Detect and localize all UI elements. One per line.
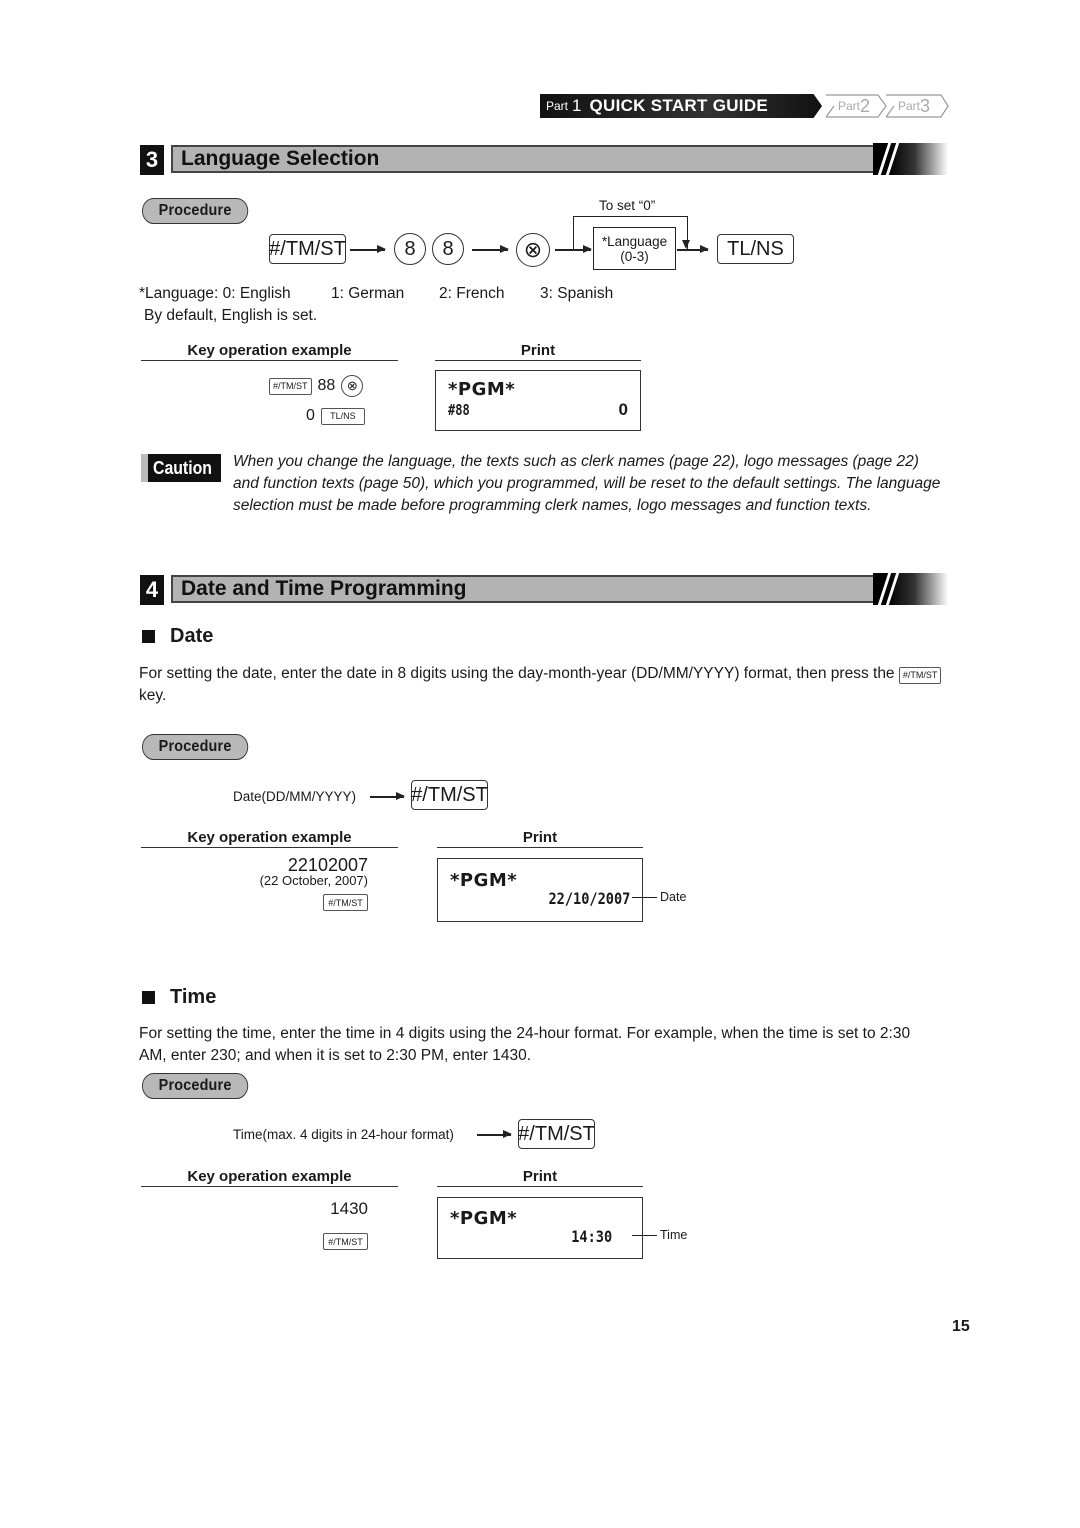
caution-badge: Caution — [141, 454, 221, 482]
date-subtitle: Date — [170, 625, 214, 647]
part2-tab[interactable]: Part 2 — [826, 94, 888, 118]
print-date-value: 22/10/2007 — [548, 889, 630, 908]
part1-tab[interactable]: Part 1 QUICK START GUIDE — [540, 94, 822, 118]
part2-number: 2 — [860, 95, 871, 116]
tm-st-key-small: #/TM/ST — [898, 666, 942, 684]
part2-prefix: Part — [838, 99, 861, 113]
date-description: For setting the date, enter the date in … — [139, 663, 949, 707]
tm-st-key-small: #/TM/ST — [269, 377, 312, 395]
date-description-end: key. — [139, 687, 167, 704]
caution-text: When you change the language, the texts … — [233, 453, 941, 514]
key-operation-header: Key operation example — [141, 829, 398, 848]
print-pgm: *PGM* — [450, 1208, 518, 1229]
key-op-digits: 88 — [317, 377, 336, 394]
digit-8-key[interactable]: 8 — [432, 233, 464, 265]
time-flow-label: Time(max. 4 digits in 24-hour format) — [233, 1127, 454, 1142]
print-receipt: *PGM* 22/10/2007 — [437, 858, 643, 922]
page-number: 15 — [952, 1318, 970, 1335]
part1-number: 1 — [572, 96, 582, 115]
caution-label: Caution — [153, 457, 212, 478]
multiply-key-small: ⊗ — [341, 375, 364, 397]
caution-stripe — [141, 454, 148, 482]
section-title: Language Selection — [181, 147, 380, 170]
down-arrow-icon — [682, 240, 690, 249]
tm-st-key-small: #/TM/ST — [323, 894, 368, 911]
part3-number: 3 — [920, 95, 931, 116]
bullet-square-icon — [142, 991, 155, 1004]
print-pgm: *PGM* — [450, 870, 518, 891]
date-callout-label: Date — [660, 890, 687, 904]
print-header: Print — [437, 829, 643, 848]
key-operation-header: Key operation example — [141, 342, 398, 361]
time-description: For setting the time, enter the time in … — [139, 1025, 911, 1064]
tm-st-key[interactable]: #/TM/ST — [269, 234, 346, 264]
bullet-square-icon — [142, 630, 155, 643]
language-option-0: *Language: 0: English — [139, 285, 291, 302]
key-op-line-2: 0 TL/NS — [306, 407, 365, 425]
part3-tab[interactable]: Part 3 — [886, 94, 949, 118]
print-receipt: *PGM* #88 0 — [435, 370, 641, 431]
to-set-zero-label: To set “0” — [599, 198, 656, 213]
key-op-line-1: #/TM/ST 88 ⊗ — [269, 375, 364, 397]
section-number: 4 — [140, 575, 164, 605]
procedure-label: Procedure — [142, 198, 249, 224]
print-header: Print — [437, 1168, 643, 1187]
language-option-2: 2: French — [439, 285, 505, 302]
print-value: 0 — [618, 400, 628, 419]
time-example-value: 1430 — [330, 1199, 368, 1218]
procedure-label: Procedure — [142, 1073, 249, 1099]
time-subtitle: Time — [170, 986, 217, 1008]
print-receipt: *PGM* 14:30 — [437, 1197, 643, 1259]
date-description-text: For setting the date, enter the date in … — [139, 665, 895, 682]
part3-prefix: Part — [898, 99, 921, 113]
time-callout-label: Time — [660, 1228, 688, 1242]
print-time-value: 14:30 — [571, 1227, 612, 1246]
language-box-range: (0-3) — [620, 248, 649, 264]
procedure-label: Procedure — [142, 734, 249, 760]
tl-ns-key[interactable]: TL/NS — [717, 234, 794, 264]
section-number: 3 — [140, 145, 164, 175]
flow-arrow — [477, 1131, 512, 1137]
flow-arrow — [677, 246, 709, 252]
key-op-digit: 0 — [306, 407, 315, 424]
flow-arrow — [370, 793, 405, 799]
default-note: By default, English is set. — [144, 307, 318, 324]
key-operation-header: Key operation example — [141, 1168, 398, 1187]
digit-8-key[interactable]: 8 — [394, 233, 426, 265]
part1-title: QUICK START GUIDE — [589, 96, 769, 115]
flow-arrow — [472, 246, 509, 252]
tm-st-key[interactable]: #/TM/ST — [518, 1119, 595, 1149]
print-pgm: *PGM* — [448, 379, 516, 400]
date-flow-label: Date(DD/MM/YYYY) — [233, 789, 357, 804]
language-option-1: 1: German — [331, 285, 405, 302]
print-code: #88 — [448, 401, 470, 419]
tm-st-key-small: #/TM/ST — [323, 1233, 368, 1250]
language-box-label: *Language — [601, 233, 668, 249]
flow-arrow — [350, 246, 386, 252]
multiply-key[interactable]: ⊗ — [516, 233, 550, 267]
callout-line — [632, 897, 657, 898]
language-input-box[interactable]: *Language (0-3) — [593, 227, 676, 270]
tm-st-key[interactable]: #/TM/ST — [411, 780, 488, 810]
print-header: Print — [435, 342, 641, 361]
language-option-3: 3: Spanish — [540, 285, 614, 302]
callout-line — [632, 1235, 657, 1236]
date-example-note: (22 October, 2007) — [259, 873, 368, 888]
tl-ns-key-small: TL/NS — [320, 407, 365, 425]
section-title: Date and Time Programming — [181, 577, 467, 600]
part1-prefix: Part — [546, 99, 569, 113]
